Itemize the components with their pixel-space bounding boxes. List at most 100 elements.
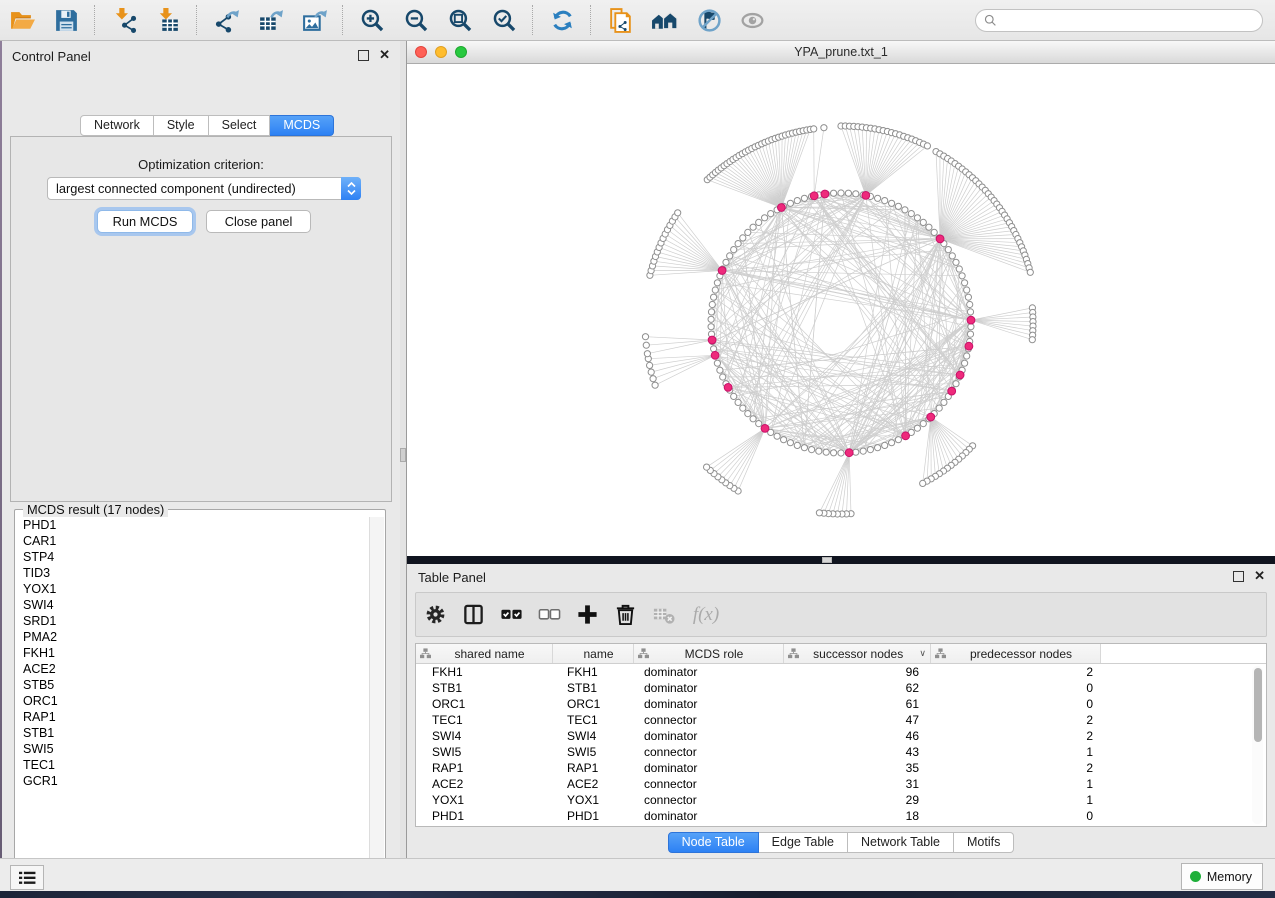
task-history-button[interactable] [10,865,44,890]
table-cell: 29 [784,792,931,808]
tab-node-table[interactable]: Node Table [668,832,759,853]
main-toolbar [0,0,1275,41]
import-network-icon[interactable] [109,5,139,35]
memory-label: Memory [1207,870,1252,884]
table-cell: RAP1 [416,760,553,776]
tab-edge-table[interactable]: Edge Table [759,832,848,853]
deselect-all-rows-icon[interactable] [534,600,564,630]
table-cell: PHD1 [553,808,634,824]
close-table-panel-icon[interactable]: ✕ [1254,571,1265,582]
column-header-predecessor-nodes[interactable]: predecessor nodes [931,644,1101,663]
table-cell: 35 [784,760,931,776]
tab-select[interactable]: Select [209,115,271,136]
table-row[interactable]: RAP1RAP1dominator352 [416,760,1266,776]
mcds-result-item: TEC1 [16,757,371,773]
run-mcds-button[interactable]: Run MCDS [97,210,193,233]
zoom-in-icon[interactable] [357,5,387,35]
toggle-graphics-details-icon[interactable] [693,5,723,35]
table-cell: 0 [931,680,1101,696]
export-network-icon[interactable] [211,5,241,35]
table-cell: 47 [784,712,931,728]
open-file-icon[interactable] [7,5,37,35]
table-row[interactable]: SWI4SWI4dominator462 [416,728,1266,744]
save-session-icon[interactable] [51,5,81,35]
tab-style[interactable]: Style [154,115,209,136]
refresh-view-icon[interactable] [547,5,577,35]
table-cell: connector [634,712,784,728]
search-box[interactable] [975,9,1263,32]
table-cell: RAP1 [553,760,634,776]
table-cell: dominator [634,664,784,680]
vertical-splitter[interactable] [400,41,407,858]
tab-mcds[interactable]: MCDS [270,115,334,136]
table-scrollbar[interactable] [1252,666,1263,824]
tab-network[interactable]: Network [80,115,154,136]
toolbar-separator [94,5,96,35]
table-cell: 0 [931,808,1101,824]
toolbar-separator [196,5,198,35]
network-window-titlebar[interactable]: YPA_prune.txt_1 [407,41,1275,64]
table-cell [1101,712,1266,728]
search-input[interactable] [997,11,1262,31]
show-columns-icon[interactable] [458,600,488,630]
table-row[interactable]: PHD1PHD1dominator180 [416,808,1266,824]
close-panel-button[interactable]: Close panel [206,210,311,233]
select-all-rows-icon[interactable] [496,600,526,630]
toolbar-separator [342,5,344,35]
table-row[interactable]: YOX1YOX1connector291 [416,792,1266,808]
table-row[interactable]: SWI5SWI5connector431 [416,744,1266,760]
table-row[interactable]: STB1STB1dominator620 [416,680,1266,696]
table-row[interactable]: ACE2ACE2connector311 [416,776,1266,792]
export-table-icon[interactable] [255,5,285,35]
tab-motifs[interactable]: Motifs [954,832,1014,853]
status-bar: Memory [0,858,1275,891]
table-cell: 18 [784,808,931,824]
table-cell: 1 [931,744,1101,760]
network-graph[interactable] [407,64,1275,556]
table-cell: connector [634,792,784,808]
add-column-icon[interactable] [572,600,602,630]
tab-network-table[interactable]: Network Table [848,832,954,853]
optimization-criterion-select[interactable]: largest connected component (undirected) [47,177,361,200]
mcds-result-list[interactable]: PHD1CAR1STP4TID3YOX1SWI4SRD1PMA2FKH1ACE2… [16,517,371,877]
column-header-filler [1101,644,1266,663]
table-row[interactable]: FKH1FKH1dominator962 [416,664,1266,680]
column-header-successor-nodes[interactable]: successor nodes∨ [784,644,931,663]
clone-network-icon[interactable] [605,5,635,35]
zoom-fit-icon[interactable] [445,5,475,35]
table-row[interactable]: ORC1ORC1dominator610 [416,696,1266,712]
mcds-list-scrollbar[interactable] [369,517,384,877]
function-builder-icon: f(x) [686,600,726,630]
close-panel-icon[interactable]: ✕ [379,50,390,61]
mcds-panel: Optimization criterion: largest connecte… [10,136,392,502]
column-header-MCDS-role[interactable]: MCDS role [634,644,784,663]
zoom-out-icon[interactable] [401,5,431,35]
control-panel-tabs: NetworkStyleSelectMCDS [80,115,334,136]
node-table: shared namenameMCDS rolesuccessor nodes∨… [415,643,1267,827]
table-settings-gear-icon[interactable] [420,600,450,630]
splitter-grip[interactable] [400,448,406,462]
zoom-selected-icon[interactable] [489,5,519,35]
column-header-name[interactable]: name [553,644,634,663]
table-row[interactable]: TEC1TEC1connector472 [416,712,1266,728]
first-neighbors-icon[interactable] [649,5,679,35]
column-header-shared-name[interactable]: shared name [416,644,553,663]
mcds-result-item: FKH1 [16,645,371,661]
mcds-result-title: MCDS result (17 nodes) [23,502,168,517]
memory-button[interactable]: Memory [1181,863,1263,890]
sort-desc-icon: ∨ [919,648,926,659]
table-cell: PHD1 [416,808,553,824]
application-window: Control Panel ✕ NetworkStyleSelectMCDS O… [0,0,1275,898]
delete-column-icon[interactable] [610,600,640,630]
table-cell: dominator [634,680,784,696]
import-table-icon[interactable] [153,5,183,35]
table-cell: FKH1 [553,664,634,680]
table-cell: SWI5 [553,744,634,760]
mcds-result-item: ACE2 [16,661,371,677]
table-toolbar: f(x) [415,592,1267,637]
horizontal-splitter-grip[interactable] [822,557,832,563]
float-table-panel-icon[interactable] [1233,571,1244,582]
float-panel-icon[interactable] [358,50,369,61]
export-image-icon[interactable] [299,5,329,35]
table-scrollbar-thumb[interactable] [1254,668,1262,742]
